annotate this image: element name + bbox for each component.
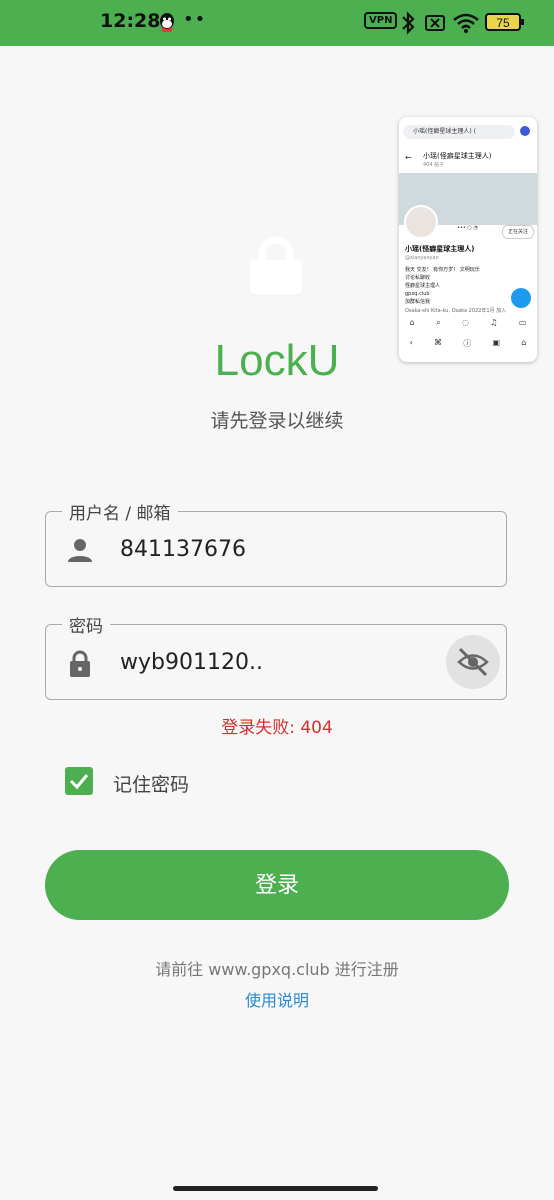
avatar: [404, 205, 438, 239]
remember-label: 记住密码: [113, 774, 190, 796]
lock-icon: [250, 236, 302, 294]
eye-off-icon: [457, 647, 489, 677]
wifi-icon: [453, 13, 479, 33]
password-visibility-toggle[interactable]: [446, 635, 500, 689]
password-label: 密码: [62, 612, 110, 637]
pip-header-name: 小瑶(怪癖星球主理人): [423, 152, 492, 160]
home-indicator[interactable]: [173, 1186, 378, 1191]
qq-icon: [160, 13, 174, 32]
clock: 12:28: [100, 10, 161, 32]
lock-icon: [70, 650, 90, 677]
status-bar: 12:28 •• VPN 75: [0, 0, 554, 46]
login-button[interactable]: 登录: [45, 850, 509, 920]
home-icon[interactable]: ⌂: [410, 318, 415, 334]
bluetooth-icon: [402, 11, 415, 35]
username-field[interactable]: 用户名 / 邮箱: [45, 499, 507, 587]
pip-location: Osaka-shi Kita-ku, Osaka 2022年1月 加入: [405, 308, 507, 314]
password-input[interactable]: [118, 641, 432, 683]
check-icon: [69, 774, 89, 790]
pip-handle: @xiaoyaoyao: [405, 255, 439, 261]
grok-icon[interactable]: ◌: [462, 318, 469, 334]
compose-button[interactable]: [511, 288, 531, 308]
username-input[interactable]: [118, 528, 432, 570]
remember-checkbox[interactable]: [65, 767, 93, 795]
battery-icon: 75: [485, 13, 524, 31]
pip-window[interactable]: 小瑶(怪癖星球主理人) ( ← 小瑶(怪癖星球主理人) 404 帖子 ••• ○…: [399, 117, 537, 362]
password-field[interactable]: 密码: [45, 612, 507, 700]
person-icon: [68, 539, 92, 562]
follow-button[interactable]: 正在关注: [502, 225, 534, 239]
register-hint: 请前往 www.gpxq.club 进行注册: [155, 960, 399, 979]
username-label: 用户名 / 邮箱: [62, 499, 178, 524]
svg-text:75: 75: [496, 16, 510, 30]
vpn-icon: VPN: [364, 12, 398, 29]
error-message: 登录失败: 404: [221, 718, 333, 738]
help-link[interactable]: 使用说明: [0, 987, 554, 1011]
no-sim-icon: [425, 15, 445, 31]
search-icon[interactable]: ⌕: [436, 318, 440, 334]
notification-dots: ••: [183, 9, 207, 30]
pip-url-bar[interactable]: 小瑶(怪癖星球主理人) (: [403, 125, 515, 139]
pip-bio: 我天 交友！ 有你万岁！ 文明玩乐 讨论私聊收 怪癖星球主理人 gpxq.clu…: [405, 267, 480, 305]
app-title: LockU: [214, 336, 340, 385]
pip-bottom-nav: ⌂ ⌕ ◌ ♫ ▭: [399, 318, 537, 334]
message-icon[interactable]: ▭: [519, 318, 527, 334]
bell-icon[interactable]: ♫: [490, 318, 497, 334]
pip-profile-name: 小瑶(怪癖星球主理人): [405, 245, 475, 253]
browser-logo-icon: [520, 126, 530, 136]
back-arrow-icon[interactable]: ←: [405, 153, 412, 162]
pip-header: ← 小瑶(怪癖星球主理人) 404 帖子: [405, 151, 531, 171]
subtitle: 请先登录以继续: [210, 410, 344, 432]
pip-header-sub: 404 帖子: [423, 162, 445, 168]
pip-action-icons[interactable]: ••• ○ ◔: [457, 225, 478, 231]
